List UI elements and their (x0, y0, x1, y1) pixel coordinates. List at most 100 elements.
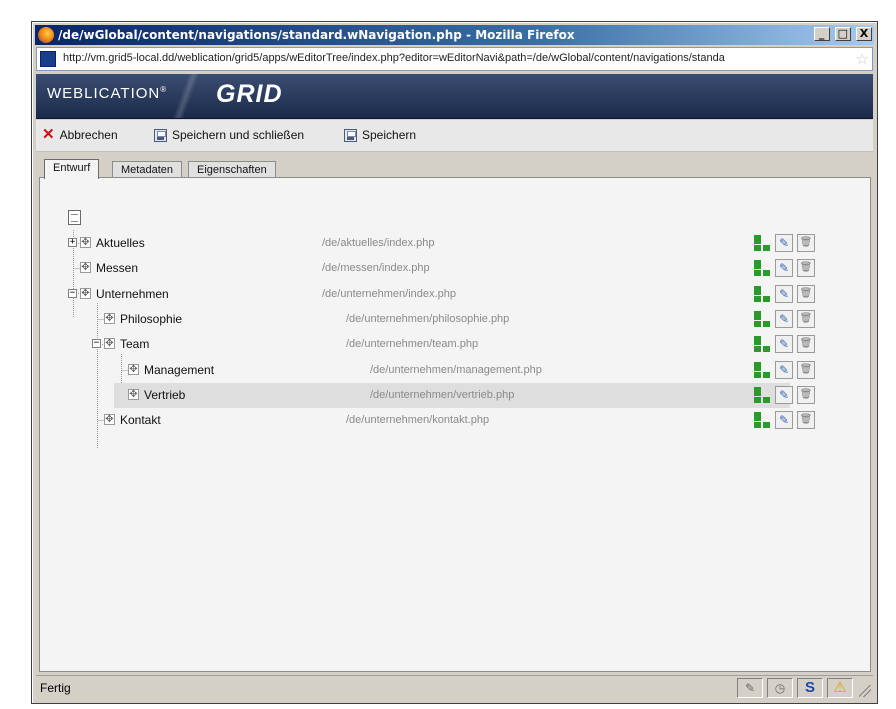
add-subpage-icon[interactable] (753, 285, 771, 303)
tree-row[interactable]: − ✥ Unternehmen/de/unternehmen/index.php (40, 282, 870, 307)
tree-item-path: /de/unternehmen/team.php (346, 338, 479, 351)
title-bar[interactable]: /de/wGlobal/content/navigations/standard… (35, 25, 874, 45)
browser-window: /de/wGlobal/content/navigations/standard… (31, 21, 878, 704)
tree-item-label[interactable]: Messen (96, 261, 138, 275)
edit-icon[interactable]: ✎ (775, 309, 793, 328)
add-subpage-icon[interactable] (753, 386, 771, 404)
move-handle-icon[interactable]: ✥ (128, 388, 139, 400)
tree-row[interactable]: ✥ Philosophie/de/unternehmen/philosophie.… (40, 307, 870, 332)
row-actions: ✎ 🗑 (753, 234, 815, 252)
save-close-button[interactable]: Speichern und schließen (154, 128, 304, 142)
window-controls: _ □ X (813, 27, 872, 47)
add-subpage-icon[interactable] (753, 361, 771, 379)
delete-icon[interactable]: 🗑 (797, 385, 815, 404)
weblication-logo: WEBLICATION® (47, 85, 168, 102)
tree-row[interactable]: ✥ Messen/de/messen/index.php (40, 256, 870, 281)
cancel-button[interactable]: ✕ Abbrechen (42, 126, 118, 143)
firefox-icon (38, 27, 54, 43)
url-text[interactable]: http://vm.grid5-local.dd/weblication/gri… (63, 52, 850, 64)
bookmark-star-icon[interactable]: ☆ (856, 50, 869, 68)
tree-item-label[interactable]: Aktuelles (96, 236, 145, 250)
tree-item-label[interactable]: Team (120, 337, 149, 351)
move-handle-icon[interactable]: ✥ (80, 262, 91, 274)
add-subpage-icon[interactable] (753, 411, 771, 429)
tree-item-path: /de/messen/index.php (322, 262, 430, 275)
tab-entwurf[interactable]: Entwurf (44, 159, 100, 179)
tree-item-path: /de/unternehmen/philosophie.php (346, 312, 510, 325)
tree-row[interactable]: ✥ Management/de/unternehmen/management.ph… (40, 358, 870, 383)
save-close-label: Speichern und schließen (172, 128, 305, 142)
save-icon (344, 128, 357, 142)
address-bar[interactable]: http://vm.grid5-local.dd/weblication/gri… (36, 47, 873, 71)
logo-decoration (166, 74, 206, 118)
edit-icon[interactable]: ✎ (775, 360, 793, 379)
window-title: /de/wGlobal/content/navigations/standard… (58, 28, 575, 42)
delete-icon[interactable]: 🗑 (797, 284, 815, 303)
cancel-label: Abbrechen (59, 128, 118, 142)
tab-bar: Entwurf Metadaten Eigenschaften (36, 153, 873, 179)
move-handle-icon[interactable]: ✥ (104, 312, 115, 324)
maximize-button[interactable]: □ (834, 27, 851, 41)
minimize-button[interactable]: _ (813, 27, 830, 41)
move-handle-icon[interactable]: ✥ (128, 363, 139, 375)
delete-icon[interactable]: 🗑 (797, 360, 815, 379)
resize-grip[interactable] (859, 685, 871, 697)
save-button[interactable]: Speichern (344, 128, 416, 142)
edit-icon[interactable]: ✎ (775, 234, 793, 252)
row-actions: ✎ 🗑 (753, 309, 815, 328)
delete-icon[interactable]: 🗑 (797, 259, 815, 278)
add-subpage-icon[interactable] (753, 310, 771, 328)
edit-icon[interactable]: ✎ (775, 385, 793, 404)
tree-item-path: /de/unternehmen/vertrieb.php (370, 388, 515, 401)
warning-icon[interactable]: ⚠ (827, 678, 853, 698)
move-handle-icon[interactable]: ✥ (80, 287, 91, 299)
edit-icon[interactable]: ✎ (775, 335, 793, 354)
close-button[interactable]: X (856, 27, 872, 41)
root-page-icon[interactable] (68, 210, 81, 225)
move-handle-icon[interactable]: ✥ (80, 237, 91, 248)
edit-icon[interactable]: ✎ (775, 259, 793, 278)
tree-item-label[interactable]: Vertrieb (144, 388, 185, 402)
delete-icon[interactable]: 🗑 (797, 234, 815, 252)
row-actions: ✎ 🗑 (753, 335, 815, 354)
expand-icon[interactable]: + (68, 238, 77, 247)
tree-item-label[interactable]: Philosophie (120, 312, 182, 326)
row-actions: ✎ 🗑 (753, 360, 815, 379)
delete-icon[interactable]: 🗑 (797, 309, 815, 328)
toolbar: ✕ Abbrechen Speichern und schließen Spei… (36, 120, 873, 152)
save-label: Speichern (362, 128, 417, 142)
add-subpage-icon[interactable] (753, 234, 771, 252)
save-icon (154, 128, 167, 142)
tree-row[interactable]: ✥ Kontakt/de/unternehmen/kontakt.php (40, 408, 870, 433)
delete-icon[interactable]: 🗑 (797, 411, 815, 430)
plugin-icon[interactable]: ✎ (737, 678, 763, 698)
tree-item-path: /de/unternehmen/management.php (370, 363, 542, 376)
tree-item-label[interactable]: Management (144, 363, 214, 377)
edit-icon[interactable]: ✎ (775, 411, 793, 430)
tree-item-path: /de/unternehmen/index.php (322, 287, 456, 300)
app-header: WEBLICATION® GRID (36, 74, 873, 119)
tree-panel: + ✥ Aktuelles/de/aktuelles/index.php ✎ 🗑 ✥ Mes… (39, 177, 871, 672)
status-bar: Fertig ✎ ◷ S ⚠ (36, 675, 873, 699)
tree-row[interactable]: + ✥ Aktuelles/de/aktuelles/index.php (40, 231, 870, 256)
clock-icon[interactable]: ◷ (767, 678, 793, 698)
move-handle-icon[interactable]: ✥ (104, 414, 115, 426)
row-actions: ✎ 🗑 (753, 259, 815, 278)
tree-item-label[interactable]: Kontakt (120, 413, 161, 427)
s-icon[interactable]: S (797, 678, 823, 698)
move-handle-icon[interactable]: ✥ (104, 338, 115, 350)
status-text: Fertig (40, 681, 71, 695)
edit-icon[interactable]: ✎ (775, 284, 793, 303)
tree-row[interactable]: ✥ Vertrieb/de/unternehmen/vertrieb.php (114, 382, 790, 408)
add-subpage-icon[interactable] (753, 335, 771, 353)
cancel-icon: ✕ (42, 126, 55, 143)
tree-item-label[interactable]: Unternehmen (96, 287, 169, 301)
collapse-icon[interactable]: − (68, 288, 77, 298)
row-actions: ✎ 🗑 (753, 284, 815, 303)
status-icons: ✎ ◷ S ⚠ (737, 678, 853, 698)
delete-icon[interactable]: 🗑 (797, 335, 815, 354)
add-subpage-icon[interactable] (753, 259, 771, 277)
collapse-icon[interactable]: − (92, 339, 101, 349)
tree-row[interactable]: − ✥ Team/de/unternehmen/team.php (40, 332, 870, 357)
row-actions: ✎ 🗑 (753, 385, 815, 404)
